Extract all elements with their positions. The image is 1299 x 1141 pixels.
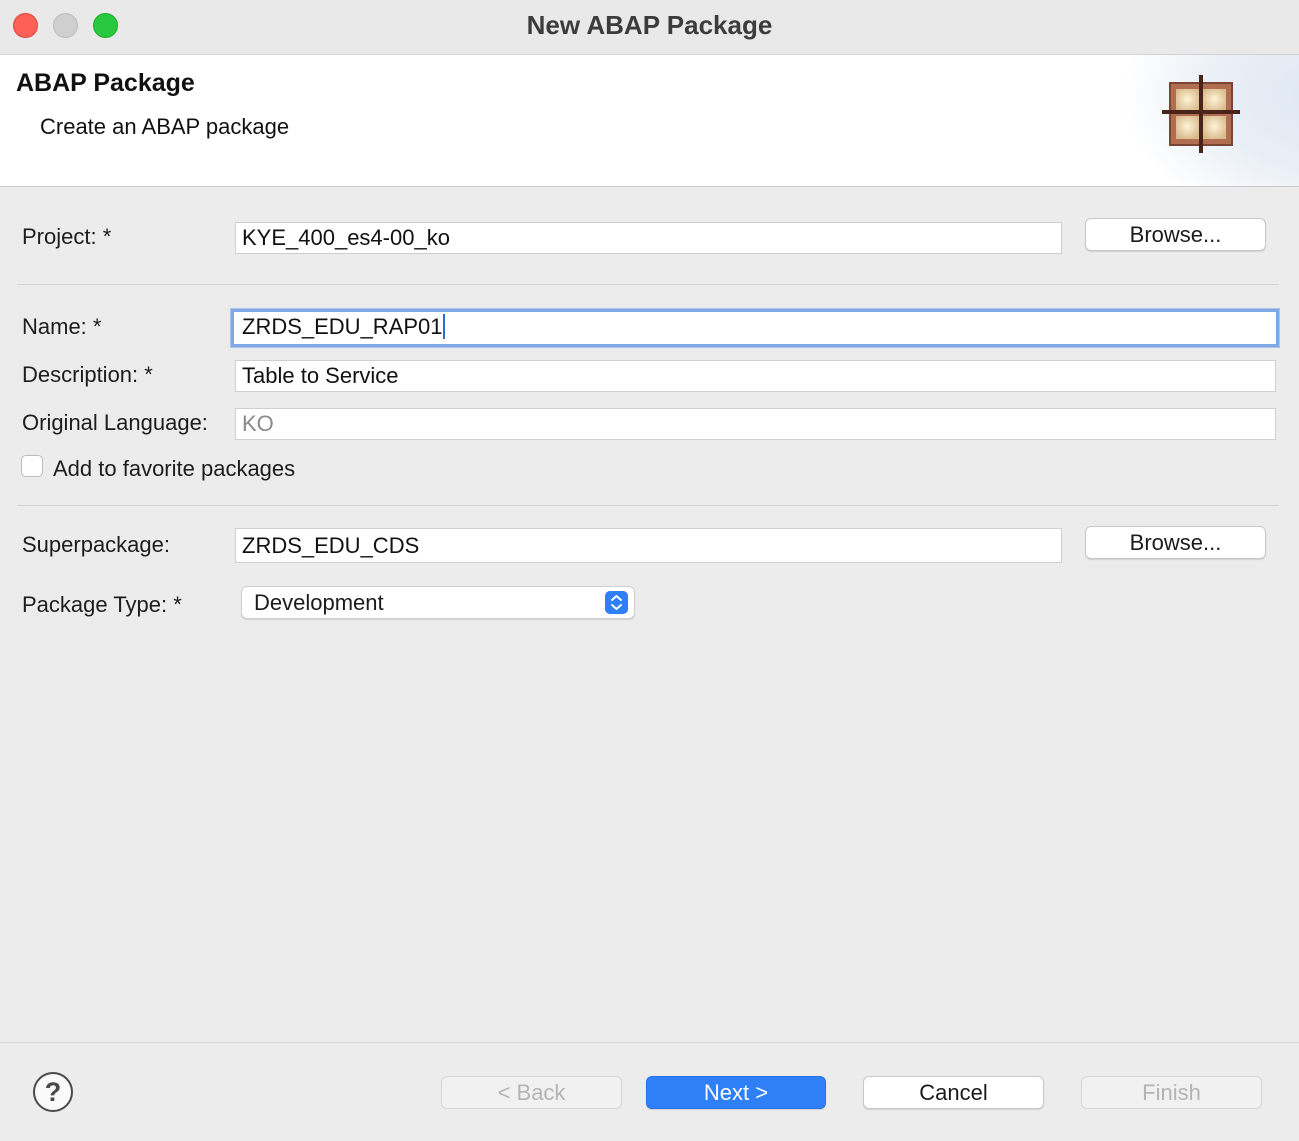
project-label: Project: * [22, 224, 112, 249]
finish-button[interactable]: Finish [1081, 1076, 1262, 1109]
page-title: ABAP Package [16, 69, 195, 97]
back-button[interactable]: < Back [441, 1076, 622, 1109]
separator [18, 505, 1278, 506]
original-language-field: KO [235, 408, 1276, 440]
description-label: Description: * [22, 362, 153, 387]
description-field[interactable]: Table to Service [235, 360, 1276, 392]
next-button[interactable]: Next > [646, 1076, 826, 1109]
footer-separator [0, 1042, 1299, 1043]
page-subtitle: Create an ABAP package [40, 114, 290, 139]
wizard-header: ABAP Package Create an ABAP package [0, 55, 1299, 187]
superpackage-browse-button[interactable]: Browse... [1085, 526, 1266, 559]
separator [18, 284, 1278, 285]
window-title: New ABAP Package [526, 10, 773, 40]
title-bar: New ABAP Package [0, 0, 1299, 55]
original-language-label: Original Language: [22, 410, 208, 435]
superpackage-field[interactable]: ZRDS_EDU_CDS [235, 528, 1062, 563]
favorite-checkbox[interactable] [21, 455, 43, 477]
project-field[interactable]: KYE_400_es4-00_ko [235, 222, 1062, 254]
package-type-value: Development [254, 590, 384, 615]
dialog-window: New ABAP Package ABAP Package Create an … [0, 0, 1299, 1141]
question-mark-icon[interactable]: ? [33, 1072, 73, 1112]
cancel-button[interactable]: Cancel [863, 1076, 1044, 1109]
text-cursor [442, 314, 445, 339]
name-label: Name: * [22, 314, 102, 339]
favorite-label[interactable]: Add to favorite packages [53, 456, 295, 482]
name-field-value: ZRDS_EDU_RAP01 [242, 314, 443, 339]
package-type-label: Package Type: * [22, 592, 182, 617]
name-field[interactable]: ZRDS_EDU_RAP01 [231, 309, 1279, 347]
package-type-select[interactable]: Development [241, 586, 635, 619]
superpackage-label: Superpackage: [22, 532, 170, 557]
package-icon [1162, 75, 1240, 153]
project-browse-button[interactable]: Browse... [1085, 218, 1266, 251]
chevron-updown-icon [605, 591, 628, 614]
